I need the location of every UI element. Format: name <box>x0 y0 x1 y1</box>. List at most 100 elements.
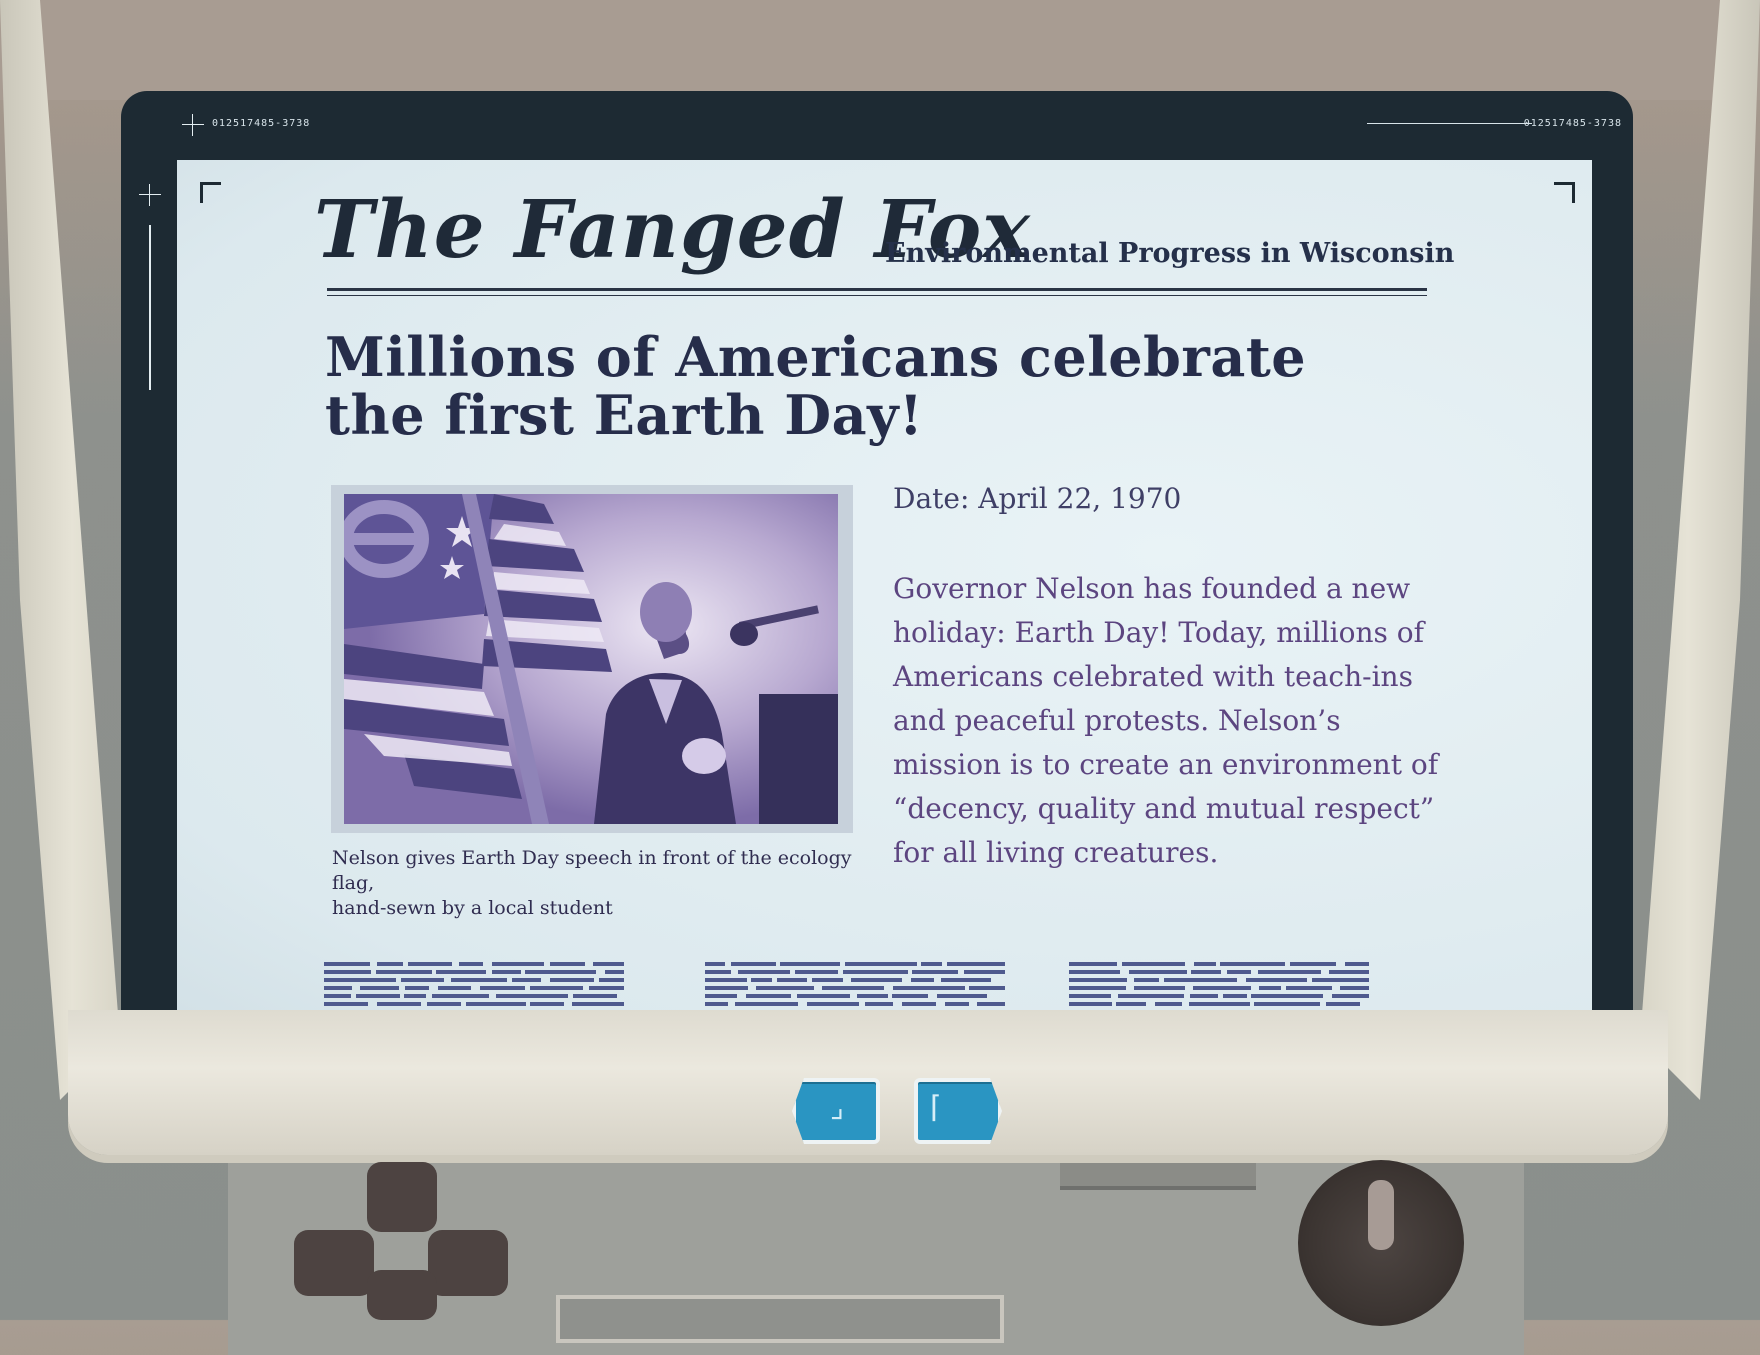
garbled-text-line <box>512 978 541 982</box>
garbled-text-line <box>1193 986 1251 990</box>
garbled-text-line <box>964 970 1005 974</box>
garbled-text-line <box>705 986 748 990</box>
garbled-text-line <box>605 970 624 974</box>
crosshair-icon <box>139 184 161 206</box>
headline-line-1: Millions of Americans celebrate <box>325 325 1307 389</box>
garbled-text-line <box>1254 1002 1320 1006</box>
garbled-text-line <box>451 978 507 982</box>
garbled-text-line <box>324 978 396 982</box>
garbled-text-line <box>795 970 838 974</box>
garbled-text-line <box>1326 1002 1360 1006</box>
masthead-rule <box>327 288 1427 291</box>
garbled-text-line <box>432 994 489 998</box>
garbled-text-line <box>705 970 731 974</box>
headline-line-2: the first Earth Day! <box>325 383 924 447</box>
prev-page-icon: ⌟ <box>830 1090 845 1125</box>
garbled-text-line <box>941 978 991 982</box>
garbled-text-line <box>360 986 399 990</box>
garbled-text-line <box>705 962 725 966</box>
garbled-text-line <box>530 1002 564 1006</box>
garbled-text-line <box>1122 962 1185 966</box>
prev-page-button[interactable]: ⌟ <box>792 1078 880 1144</box>
garbled-text-line <box>1191 970 1221 974</box>
garbled-text-line <box>1332 994 1369 998</box>
garbled-text-line <box>1227 970 1251 974</box>
photo-caption: Nelson gives Earth Day speech in front o… <box>332 846 872 921</box>
garbled-text-line <box>969 986 1005 990</box>
newspaper-page: The Fanged Fox Environmental Progress in… <box>177 160 1592 1030</box>
garbled-text-line <box>1134 986 1185 990</box>
garbled-text-line <box>1164 978 1237 982</box>
crosshair-icon <box>182 114 204 136</box>
garbled-text-line <box>324 986 352 990</box>
volume-knob[interactable] <box>1298 1160 1464 1326</box>
panel-vent <box>1060 1160 1256 1190</box>
garbled-text-line <box>1189 1002 1250 1006</box>
garbled-text-line <box>705 1002 728 1006</box>
garbled-text-line <box>921 962 942 966</box>
garbled-text-line <box>735 1002 798 1006</box>
garbled-text-line <box>1223 994 1247 998</box>
masthead-rule-thin <box>327 295 1427 296</box>
garbled-text-line <box>947 962 1005 966</box>
garbled-text-line <box>1134 978 1159 982</box>
garbled-text-line <box>1246 978 1307 982</box>
next-page-button[interactable]: ⌈ <box>914 1078 1002 1144</box>
garbled-text-line <box>851 978 902 982</box>
garbled-text-line <box>892 994 928 998</box>
garbled-text-line <box>845 962 917 966</box>
garbled-text-line <box>405 986 429 990</box>
garbled-text-line <box>459 962 483 966</box>
garbled-text-line <box>356 994 400 998</box>
garbled-text-line <box>1069 962 1117 966</box>
garbled-text-line <box>1312 978 1369 982</box>
caption-line-1: Nelson gives Earth Day speech in front o… <box>332 847 852 894</box>
garbled-text-line <box>530 986 583 990</box>
garbled-text-line <box>599 978 624 982</box>
screen-id-left: 012517485-3738 <box>212 118 311 129</box>
garbled-text-line <box>893 986 965 990</box>
garbled-text-line <box>492 970 521 974</box>
garbled-text-line <box>492 962 544 966</box>
garbled-text-line <box>902 1002 936 1006</box>
garbled-text-line <box>466 1002 526 1006</box>
garbled-text-line <box>911 978 934 982</box>
corner-bracket-icon <box>200 182 221 203</box>
garbled-text-line <box>945 1002 969 1006</box>
section-title: Environmental Progress in Wisconsin <box>885 238 1455 269</box>
garbled-text-line <box>1069 986 1126 990</box>
garbled-text-line <box>1251 994 1323 998</box>
garbled-text-line <box>427 1002 461 1006</box>
garbled-text-line <box>797 994 850 998</box>
garbled-text-line <box>324 962 370 966</box>
garbled-text-line <box>401 978 444 982</box>
screen-id-right: 012517485-3738 <box>1523 118 1622 129</box>
garbled-text-line <box>550 978 594 982</box>
garbled-text-line <box>1259 986 1281 990</box>
garbled-text-line <box>324 994 351 998</box>
garbled-text-line <box>857 994 888 998</box>
garbled-text-line <box>377 962 403 966</box>
dpad-control[interactable] <box>292 1160 512 1320</box>
garbled-text-line <box>408 962 452 966</box>
garbled-text-line <box>480 986 525 990</box>
garbled-text-line <box>731 962 776 966</box>
garbled-text-line <box>1118 994 1184 998</box>
garbled-text-line <box>822 986 884 990</box>
garbled-text-line <box>1129 970 1187 974</box>
garbled-text-line <box>572 1002 624 1006</box>
garbled-text-line <box>1116 1002 1146 1006</box>
corner-bracket-icon <box>1554 182 1575 203</box>
article-headline: Millions of Americans celebrate the firs… <box>325 328 1375 444</box>
garbled-text-line <box>1069 994 1111 998</box>
garbled-text-line <box>496 994 568 998</box>
garbled-text-line <box>1329 970 1369 974</box>
garbled-text-line <box>977 1002 1005 1006</box>
garbled-text-line <box>1155 1002 1182 1006</box>
garbled-text-line <box>1258 970 1321 974</box>
garbled-text-line <box>1290 962 1336 966</box>
garbled-text-line <box>550 962 585 966</box>
garbled-text-line <box>525 970 596 974</box>
garbled-text-line <box>324 970 371 974</box>
garbled-text-line <box>324 1002 368 1006</box>
